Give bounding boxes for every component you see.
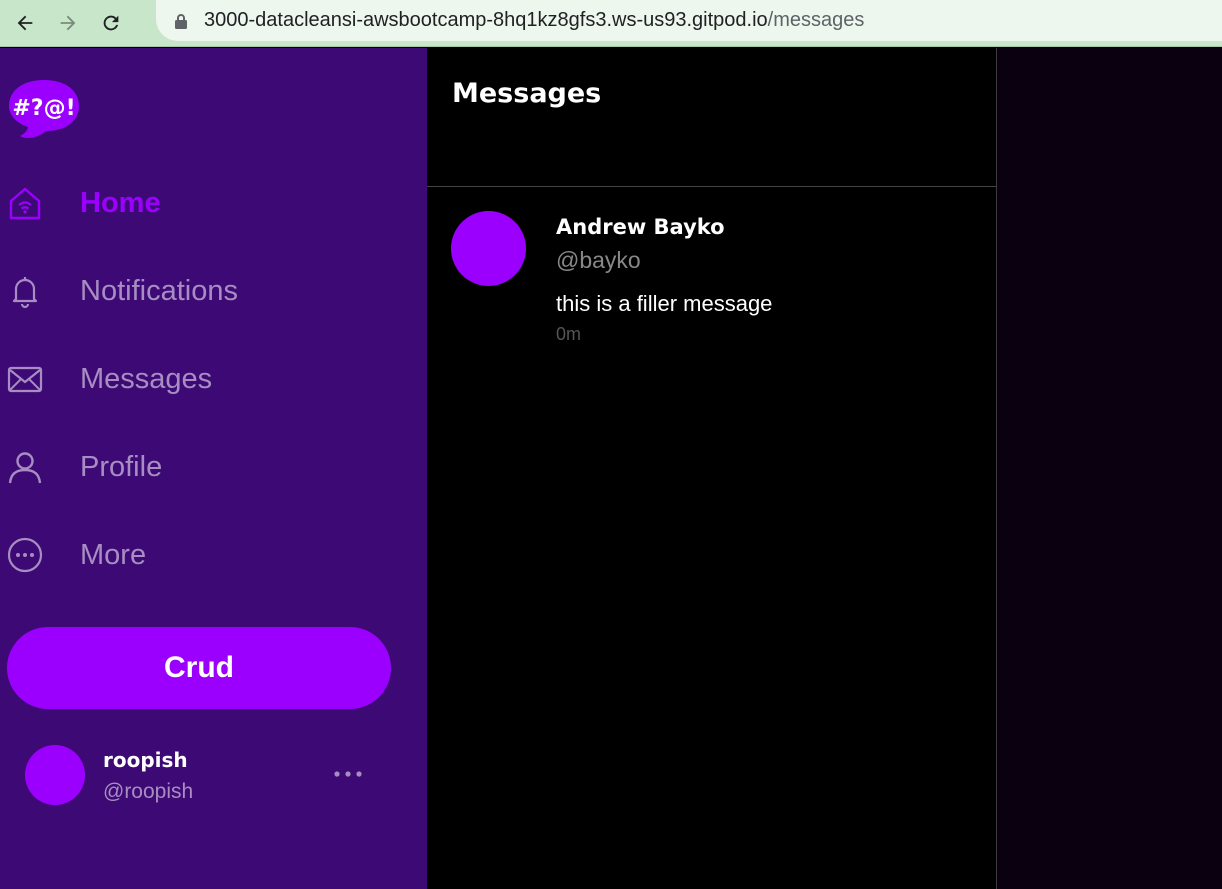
- more-circle-icon: [7, 537, 43, 573]
- sidebar-item-notifications[interactable]: Notifications: [0, 261, 420, 321]
- sidebar-item-label: Messages: [80, 362, 213, 395]
- cruddur-logo[interactable]: #?@!: [8, 78, 80, 140]
- envelope-icon: [7, 361, 43, 397]
- person-icon: [7, 449, 43, 485]
- sidebar-item-home[interactable]: Home: [0, 173, 420, 233]
- profile-display-name: roopish: [103, 748, 188, 772]
- bell-icon: [7, 273, 43, 309]
- ellipsis-icon: [334, 771, 362, 777]
- home-icon: [7, 185, 43, 221]
- avatar: [451, 211, 526, 286]
- profile-handle: @roopish: [103, 780, 194, 803]
- right-pane: [997, 48, 1222, 889]
- crud-button[interactable]: Crud: [7, 627, 391, 709]
- page-title: Messages: [452, 78, 602, 109]
- arrow-right-icon: [60, 15, 76, 31]
- sidebar-item-messages[interactable]: Messages: [0, 349, 420, 409]
- message-handle: @bayko: [556, 247, 641, 273]
- sidebar-item-label: Notifications: [80, 274, 238, 307]
- logo-text: #?@!: [12, 96, 75, 121]
- reload-icon: [103, 15, 119, 31]
- message-group-item[interactable]: Andrew Bayko @bayko this is a filler mes…: [427, 187, 997, 357]
- message-time: 0m: [556, 324, 582, 344]
- reload-button[interactable]: [93, 5, 129, 41]
- forward-button[interactable]: [50, 5, 86, 41]
- profile-menu-button[interactable]: [330, 762, 366, 786]
- message-text: this is a filler message: [556, 291, 773, 316]
- sidebar-item-profile[interactable]: Profile: [0, 437, 420, 497]
- lock-icon: [175, 13, 187, 29]
- address-bar[interactable]: 3000-datacleansi-awsbootcamp-8hq1kz8gfs3…: [156, 0, 1222, 41]
- sidebar-item-label: More: [80, 538, 147, 571]
- sidebar-item-label: Home: [80, 186, 161, 219]
- sidebar-item-label: Profile: [80, 450, 163, 483]
- message-display-name: Andrew Bayko: [556, 215, 725, 239]
- sidebar: #?@! Home Notifications Messages Profile…: [0, 48, 427, 889]
- sidebar-item-more[interactable]: More: [0, 525, 420, 585]
- avatar[interactable]: [25, 745, 85, 805]
- url-path: /messages: [767, 9, 865, 31]
- back-button[interactable]: [7, 5, 43, 41]
- browser-toolbar: 3000-datacleansi-awsbootcamp-8hq1kz8gfs3…: [0, 0, 1222, 47]
- url-host: 3000-datacleansi-awsbootcamp-8hq1kz8gfs3…: [204, 9, 768, 31]
- messages-panel: Messages Andrew Bayko @bayko this is a f…: [427, 48, 997, 889]
- arrow-left-icon: [17, 15, 33, 31]
